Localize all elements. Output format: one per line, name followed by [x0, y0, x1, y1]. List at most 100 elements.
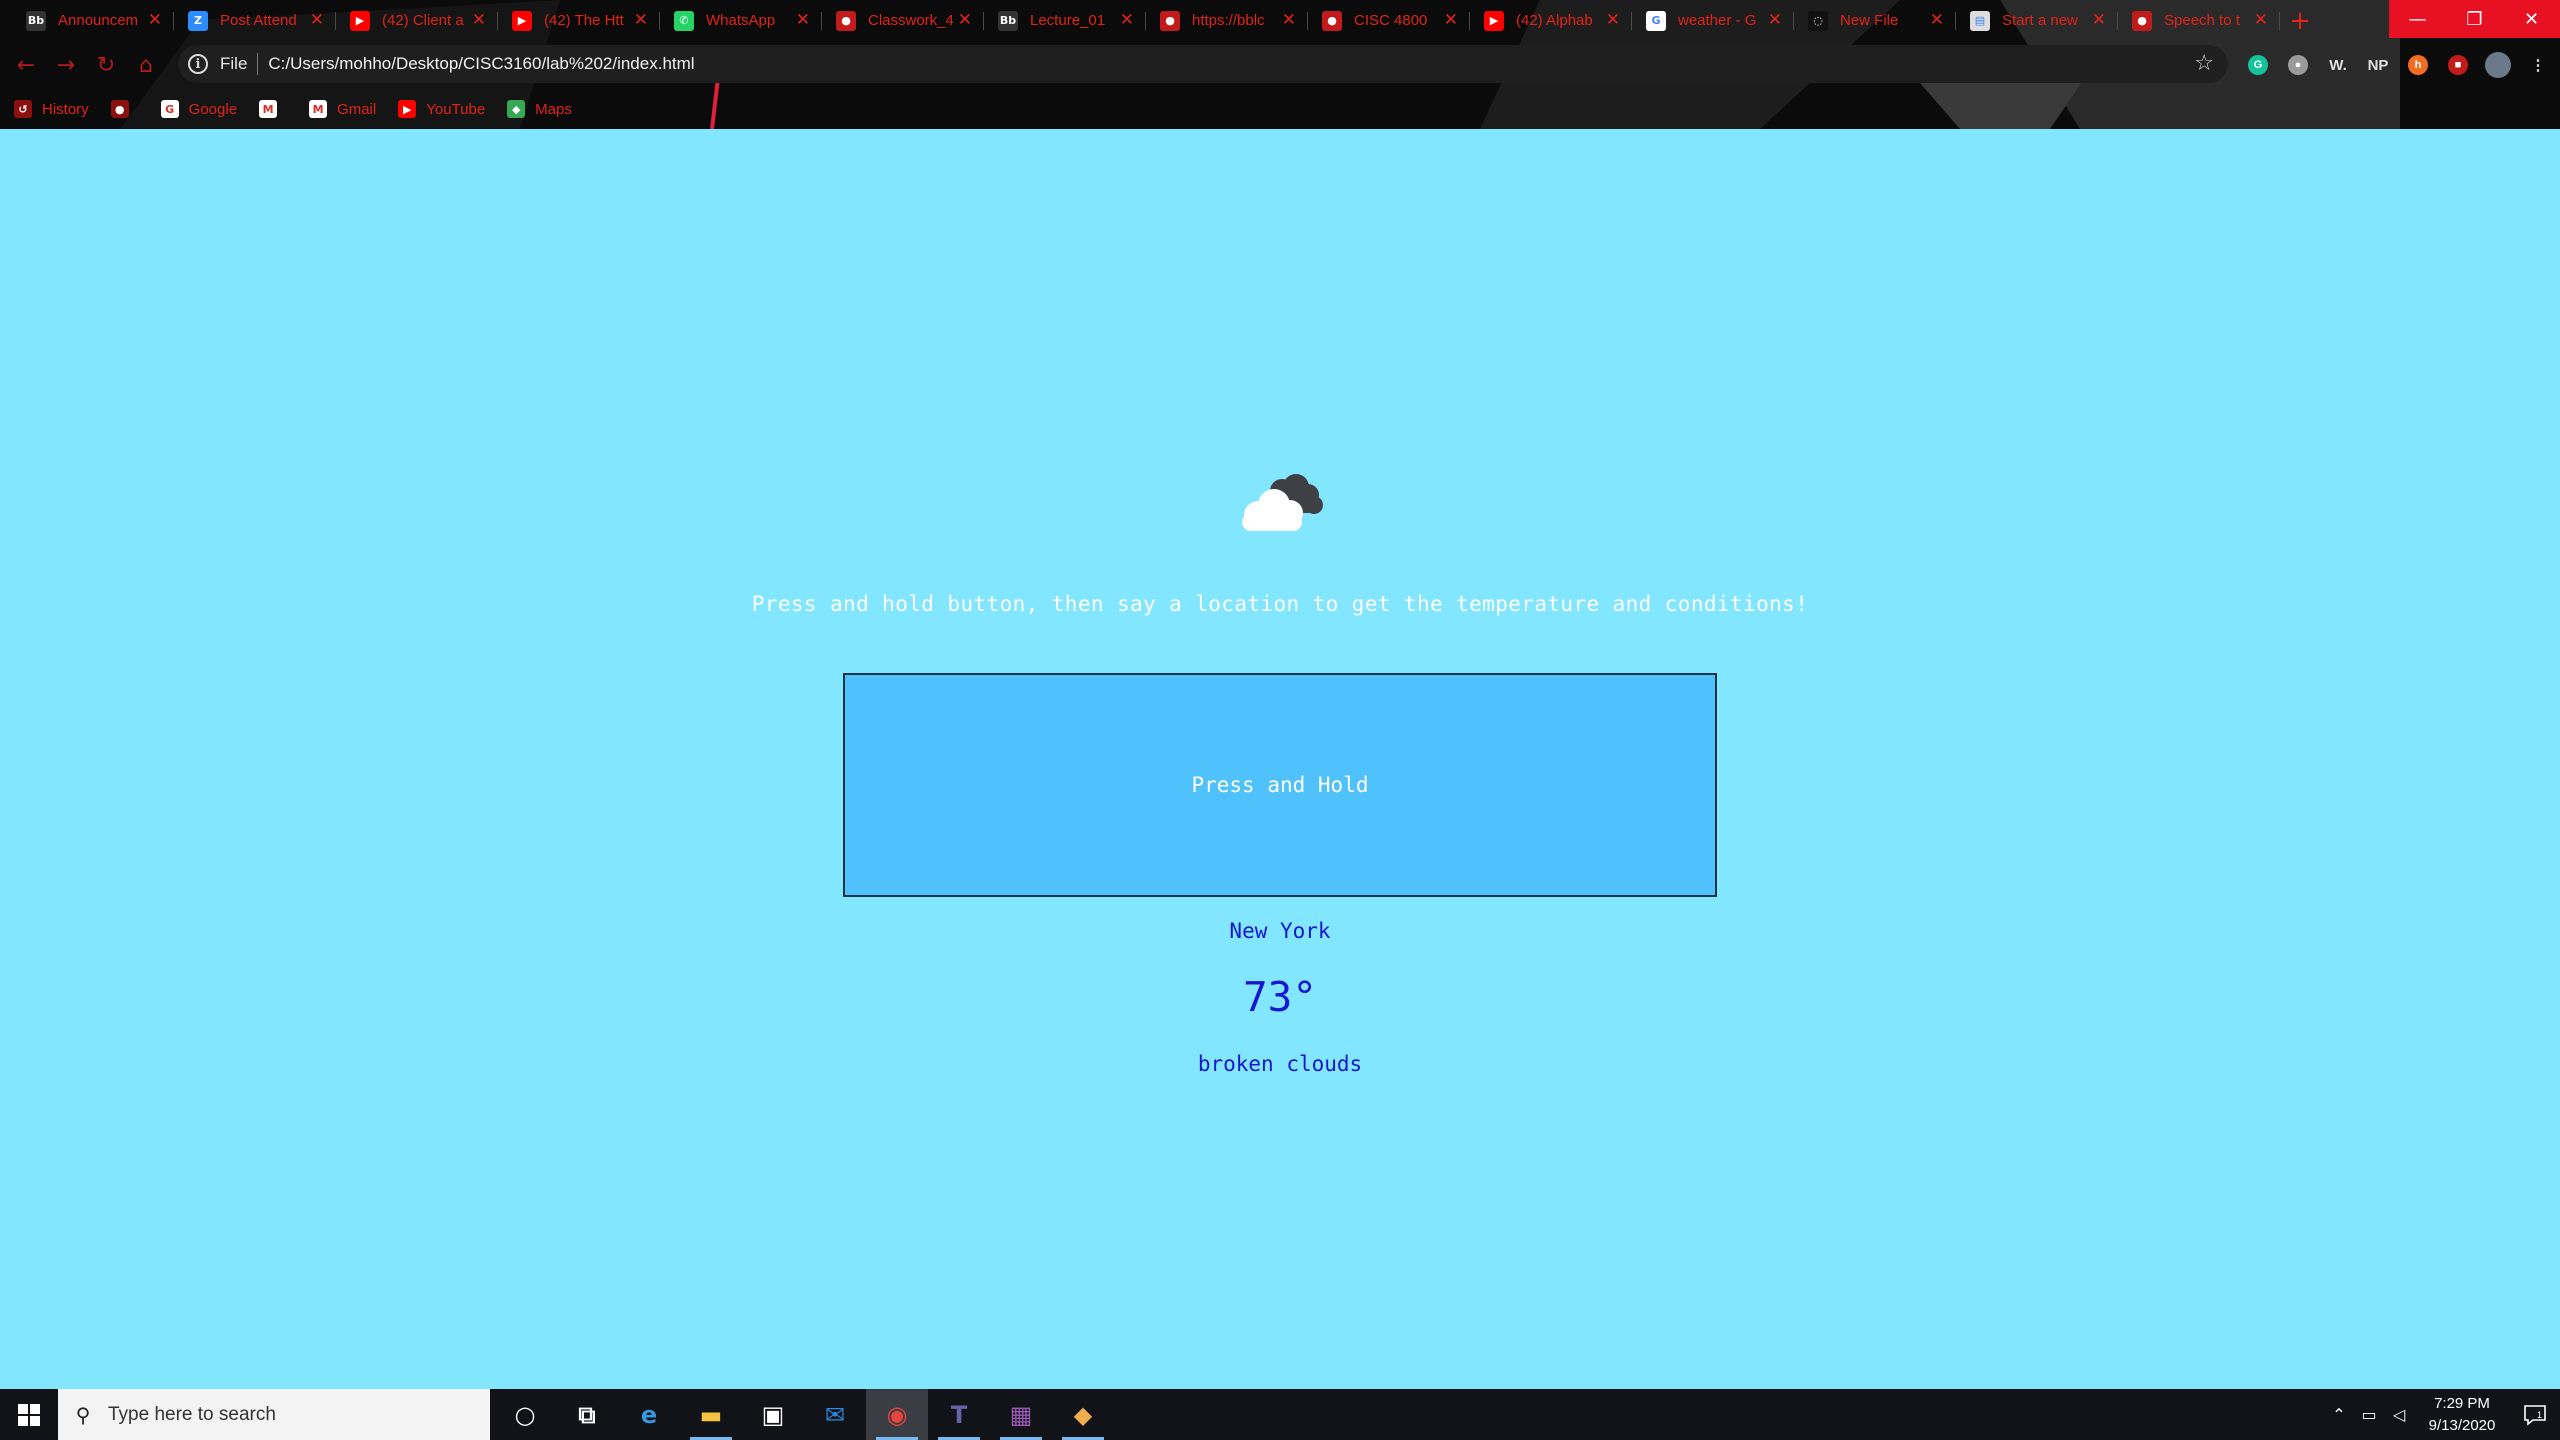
volume-icon[interactable]: ◁: [2384, 1389, 2414, 1440]
tab-close-icon[interactable]: ✕: [472, 10, 486, 30]
taskbar-app[interactable]: ▦: [990, 1389, 1052, 1440]
store-icon: ▣: [761, 1400, 785, 1429]
show-hidden-icons-icon[interactable]: ⌃: [2324, 1389, 2354, 1440]
profile-avatar[interactable]: [2478, 45, 2518, 85]
git-icon: ◆: [1073, 1400, 1093, 1429]
tab-strip: Bb Announcem ✕ Z Post Attend ✕ ▶ (42) Client a ✕…: [0, 0, 2380, 41]
word-extension-icon[interactable]: W.: [2318, 45, 2358, 85]
clock-date: 9/13/2020: [2428, 1416, 2496, 1434]
search-icon: ⚲: [75, 1402, 91, 1427]
taskbar-app[interactable]: ○: [494, 1389, 556, 1440]
browser-tab[interactable]: ● https://bblc ✕: [1146, 0, 1308, 41]
tab-close-icon[interactable]: ✕: [1444, 10, 1458, 30]
taskbar-app[interactable]: ◉: [866, 1389, 928, 1440]
home-button[interactable]: ⌂: [126, 45, 166, 85]
back-button[interactable]: ←: [6, 45, 46, 85]
taskbar-app[interactable]: e: [618, 1389, 680, 1440]
tab-close-icon[interactable]: ✕: [1768, 10, 1782, 30]
tab-title: WhatsApp: [706, 12, 776, 29]
tab-close-icon[interactable]: ✕: [1120, 10, 1134, 30]
browser-tab[interactable]: ● Classwork_4 ✕: [822, 0, 984, 41]
tab-close-icon[interactable]: ✕: [958, 10, 972, 30]
tab-title: Announcem: [58, 12, 139, 29]
red-extension-icon[interactable]: ■: [2438, 45, 2478, 85]
taskbar-search-box[interactable]: ⚲ Type here to search: [58, 1389, 490, 1440]
windows-taskbar: ⚲ Type here to search ○ ⧉ e ▬ ▣ ✉ ◉ T ▦ ◆ ⌃ ▭ ◁ 7…: [0, 1389, 2560, 1440]
minimize-button[interactable]: —: [2389, 0, 2446, 38]
chrome-icon: ◉: [886, 1400, 908, 1429]
browser-chrome: Bb Announcem ✕ Z Post Attend ✕ ▶ (42) Client a ✕…: [0, 0, 2560, 129]
browser-tab[interactable]: ◌ New File ✕: [1794, 0, 1956, 41]
tab-title: New File: [1840, 12, 1899, 29]
browser-tab[interactable]: Bb Lecture_01 ✕: [984, 0, 1146, 41]
maximize-button[interactable]: ❐: [2446, 0, 2503, 38]
np-extension-icon[interactable]: NP: [2358, 45, 2398, 85]
tab-close-icon[interactable]: ✕: [1606, 10, 1620, 30]
grammarly-icon[interactable]: G: [2238, 45, 2278, 85]
whatsapp-icon: ✆: [674, 10, 694, 31]
tab-title: Classwork_4: [868, 12, 954, 29]
taskbar-app[interactable]: ⧉: [556, 1389, 618, 1440]
network-icon[interactable]: ▭: [2354, 1389, 2384, 1440]
browser-tab[interactable]: ● CISC 4800 ✕: [1308, 0, 1470, 41]
address-separator: [257, 53, 259, 75]
cortana-icon: ○: [514, 1400, 536, 1429]
notification-icon: 1: [2524, 1404, 2546, 1426]
red-extension-badge: ■: [2448, 55, 2468, 75]
address-bar[interactable]: i File C:/Users/mohho/Desktop/CISC3160/l…: [178, 45, 2228, 83]
browser-tab[interactable]: ● Speech to t ✕: [2118, 0, 2280, 41]
bookmark-item[interactable]: G Google: [160, 100, 237, 118]
reload-button[interactable]: ↻: [86, 45, 126, 85]
tab-close-icon[interactable]: ✕: [2092, 10, 2106, 30]
gmail-icon: M: [309, 100, 328, 118]
youtube-icon: ▶: [350, 10, 370, 31]
taskbar-app[interactable]: ▣: [742, 1389, 804, 1440]
taskbar-app[interactable]: ◆: [1052, 1389, 1114, 1440]
tab-close-icon[interactable]: ✕: [1930, 10, 1944, 30]
close-button[interactable]: ✕: [2503, 0, 2560, 38]
press-and-hold-button[interactable]: Press and Hold: [843, 673, 1717, 897]
browser-menu-icon[interactable]: ⋮: [2518, 45, 2558, 85]
tab-close-icon[interactable]: ✕: [2254, 10, 2268, 30]
taskbar-apps: ○ ⧉ e ▬ ▣ ✉ ◉ T ▦ ◆: [494, 1389, 1114, 1440]
tab-close-icon[interactable]: ✕: [1282, 10, 1296, 30]
browser-tab[interactable]: Z Post Attend ✕: [174, 0, 336, 41]
url-text[interactable]: C:/Users/mohho/Desktop/CISC3160/lab%202/…: [268, 54, 694, 74]
browser-tab[interactable]: Gweather - G ✕: [1632, 0, 1794, 41]
bookmark-item[interactable]: ↺ History: [14, 100, 89, 118]
site-info-icon[interactable]: i: [188, 54, 208, 74]
browser-tab[interactable]: ✆ WhatsApp ✕: [660, 0, 822, 41]
bookmark-item[interactable]: M: [259, 100, 287, 118]
tab-close-icon[interactable]: ✕: [634, 10, 648, 30]
browser-tab[interactable]: ▤ Start a new ✕: [1956, 0, 2118, 41]
browser-tab[interactable]: ▶ (42) Client a ✕: [336, 0, 498, 41]
browser-tab[interactable]: ▶ (42) The Htt ✕: [498, 0, 660, 41]
broken-clouds-icon: [1242, 474, 1323, 531]
action-center-button[interactable]: 1: [2510, 1389, 2560, 1440]
bookmark-item[interactable]: ●: [110, 100, 139, 118]
taskbar-app[interactable]: T: [928, 1389, 990, 1440]
bookmark-item[interactable]: M Gmail: [309, 100, 376, 118]
start-button[interactable]: [0, 1389, 58, 1440]
scheme-label: File: [220, 54, 248, 73]
circle-extension-icon[interactable]: ●: [2278, 45, 2318, 85]
tab-close-icon[interactable]: ✕: [310, 10, 324, 30]
bookmark-star-icon[interactable]: ☆: [2194, 51, 2214, 76]
tab-close-icon[interactable]: ✕: [796, 10, 810, 30]
windows-logo-icon: [18, 1403, 40, 1426]
taskbar-app[interactable]: ▬: [680, 1389, 742, 1440]
taskbar-clock[interactable]: 7:29 PM 9/13/2020: [2414, 1393, 2510, 1437]
taskbar-app[interactable]: ✉: [804, 1389, 866, 1440]
new-tab-button[interactable]: +: [2280, 0, 2320, 41]
circle-extension-badge: ●: [2288, 55, 2308, 75]
tab-close-icon[interactable]: ✕: [148, 10, 162, 30]
tab-title: (42) The Htt: [544, 12, 624, 29]
browser-tab[interactable]: ▶ (42) Alphab ✕: [1470, 0, 1632, 41]
bookmark-label: Gmail: [337, 100, 377, 118]
bookmark-item[interactable]: ◆ Maps: [507, 100, 572, 118]
browser-tab[interactable]: Bb Announcem ✕: [12, 0, 174, 41]
document-icon: ▤: [1970, 10, 1990, 31]
bookmark-item[interactable]: ▶ YouTube: [398, 100, 485, 118]
forward-button[interactable]: →: [46, 45, 86, 85]
honey-extension-icon[interactable]: h: [2398, 45, 2438, 85]
